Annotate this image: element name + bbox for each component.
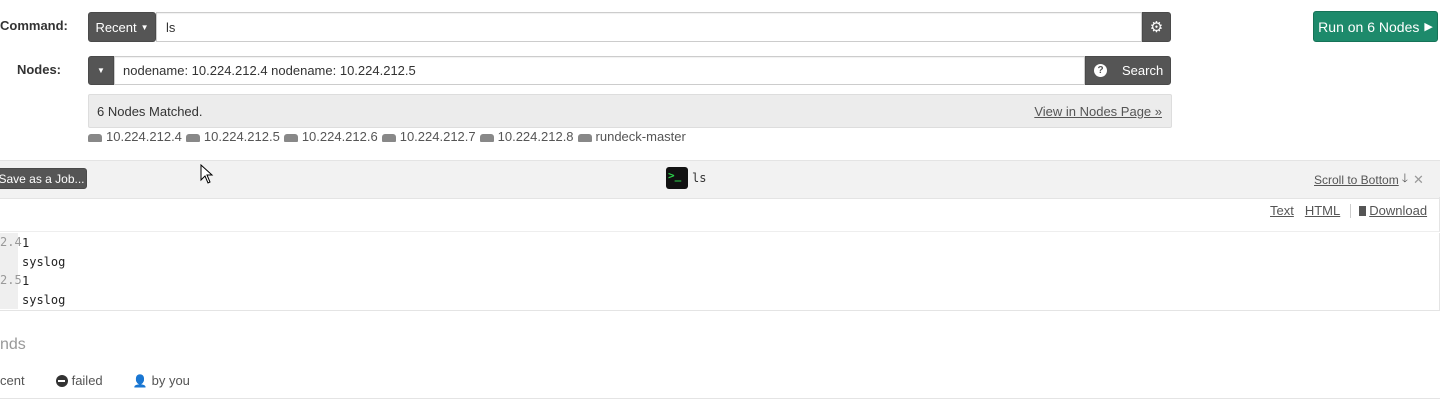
node-gutter: 2.5 [0, 271, 22, 290]
text-format-link[interactable]: Text [1270, 203, 1294, 218]
filter-recent[interactable]: cent [0, 373, 25, 388]
output-line: 1 [22, 273, 30, 288]
node-filter-dropdown-button[interactable]: ▼ [88, 56, 114, 85]
filter-failed-label: failed [71, 373, 103, 388]
node-gutter [0, 252, 18, 271]
node-gutter [0, 290, 18, 309]
arrow-down-icon: 🡓 [1401, 171, 1408, 185]
recent-label: Recent [95, 19, 137, 35]
command-display-text: ls [692, 171, 707, 185]
filter-recent-label: cent [0, 373, 25, 388]
output-header [0, 160, 1440, 199]
node-item[interactable]: 10.224.212.5 [185, 129, 280, 144]
history-title: nds [0, 336, 26, 353]
user-icon: 👤 [132, 373, 148, 388]
gear-icon: ⚙ [1149, 19, 1164, 36]
output-line: syslog [22, 254, 66, 269]
node-gutter: 2.4 [0, 233, 22, 252]
node-item[interactable]: 10.224.212.4 [88, 129, 182, 144]
output-line: 1 [22, 235, 30, 250]
output-row: 2.5 1 [0, 271, 1439, 290]
node-name: 10.224.212.6 [301, 129, 378, 144]
command-label: Command: [0, 18, 68, 33]
node-item[interactable]: 10.224.212.8 [479, 129, 574, 144]
mouse-cursor-icon [200, 164, 214, 184]
command-display: >_ ls [666, 167, 706, 189]
node-filter-input[interactable]: nodename: 10.224.212.4 nodename: 10.224.… [114, 56, 1085, 85]
minus-circle-icon [55, 374, 68, 387]
run-button[interactable]: Run on 6 Nodes ▶ [1313, 11, 1438, 42]
output-line: syslog [22, 292, 66, 307]
search-button[interactable]: ? Search [1085, 56, 1171, 85]
command-input-value: ls [166, 19, 176, 35]
caret-down-icon: ▼ [97, 66, 105, 75]
view-in-nodes-page-link[interactable]: View in Nodes Page » [1034, 104, 1162, 119]
scroll-controls: Scroll to Bottom 🡓 ✕ [1314, 169, 1424, 190]
node-item[interactable]: rundeck-master [577, 129, 686, 144]
node-name: 10.224.212.4 [106, 129, 182, 144]
output-log: 2.4 1 syslog 2.5 1 syslog [0, 233, 1440, 311]
server-icon [185, 133, 200, 142]
output-row: 2.4 1 [0, 233, 1439, 252]
search-button-label: Search [1122, 63, 1164, 78]
server-icon [479, 133, 494, 142]
settings-button[interactable]: ⚙ [1142, 12, 1171, 42]
server-icon [577, 133, 592, 142]
nodes-matched-bar: 6 Nodes Matched. View in Nodes Page » [88, 94, 1172, 128]
help-icon: ? [1094, 64, 1107, 77]
save-as-job-button[interactable]: Save as a Job... [0, 168, 87, 189]
terminal-icon: >_ [666, 167, 688, 189]
nodes-matched-text: 6 Nodes Matched. [97, 104, 203, 119]
output-row: syslog [0, 252, 1439, 271]
server-icon [283, 133, 298, 142]
divider [1350, 203, 1352, 218]
play-icon: ▶ [1424, 21, 1433, 33]
run-button-label: Run on 6 Nodes [1318, 18, 1420, 35]
html-format-link[interactable]: HTML [1305, 203, 1340, 218]
nodes-label: Nodes: [16, 62, 61, 77]
history-filters: cent failed 👤 by you [0, 373, 190, 388]
node-item[interactable]: 10.224.212.6 [283, 129, 378, 144]
node-name: 10.224.212.7 [399, 129, 476, 144]
format-links: Text HTML Download [1270, 203, 1427, 218]
server-icon [88, 133, 102, 142]
node-name: 10.224.212.5 [203, 129, 280, 144]
node-name: rundeck-master [595, 129, 686, 144]
output-row: syslog [0, 290, 1439, 309]
node-item[interactable]: 10.224.212.7 [381, 129, 476, 144]
filter-failed[interactable]: failed [55, 373, 103, 388]
download-link[interactable]: Download [1359, 203, 1427, 218]
node-name: 10.224.212.8 [497, 129, 574, 144]
scroll-to-bottom-link[interactable]: Scroll to Bottom [1314, 173, 1399, 187]
close-icon[interactable]: ✕ [1413, 172, 1424, 188]
filter-by-you[interactable]: 👤 by you [133, 373, 190, 388]
node-filter-value: nodename: 10.224.212.4 nodename: 10.224.… [123, 63, 416, 78]
server-icon [381, 133, 396, 142]
command-input[interactable]: ls [156, 12, 1142, 42]
recent-dropdown-button[interactable]: Recent ▼ [88, 12, 156, 42]
matched-node-list: 10.224.212.4 10.224.212.5 10.224.212.6 1… [88, 129, 690, 144]
caret-down-icon: ▼ [140, 22, 149, 32]
file-icon [1359, 205, 1367, 216]
filter-by-you-label: by you [151, 373, 190, 388]
download-label: Download [1369, 203, 1428, 218]
format-bar [0, 197, 1440, 232]
divider [0, 398, 1440, 399]
